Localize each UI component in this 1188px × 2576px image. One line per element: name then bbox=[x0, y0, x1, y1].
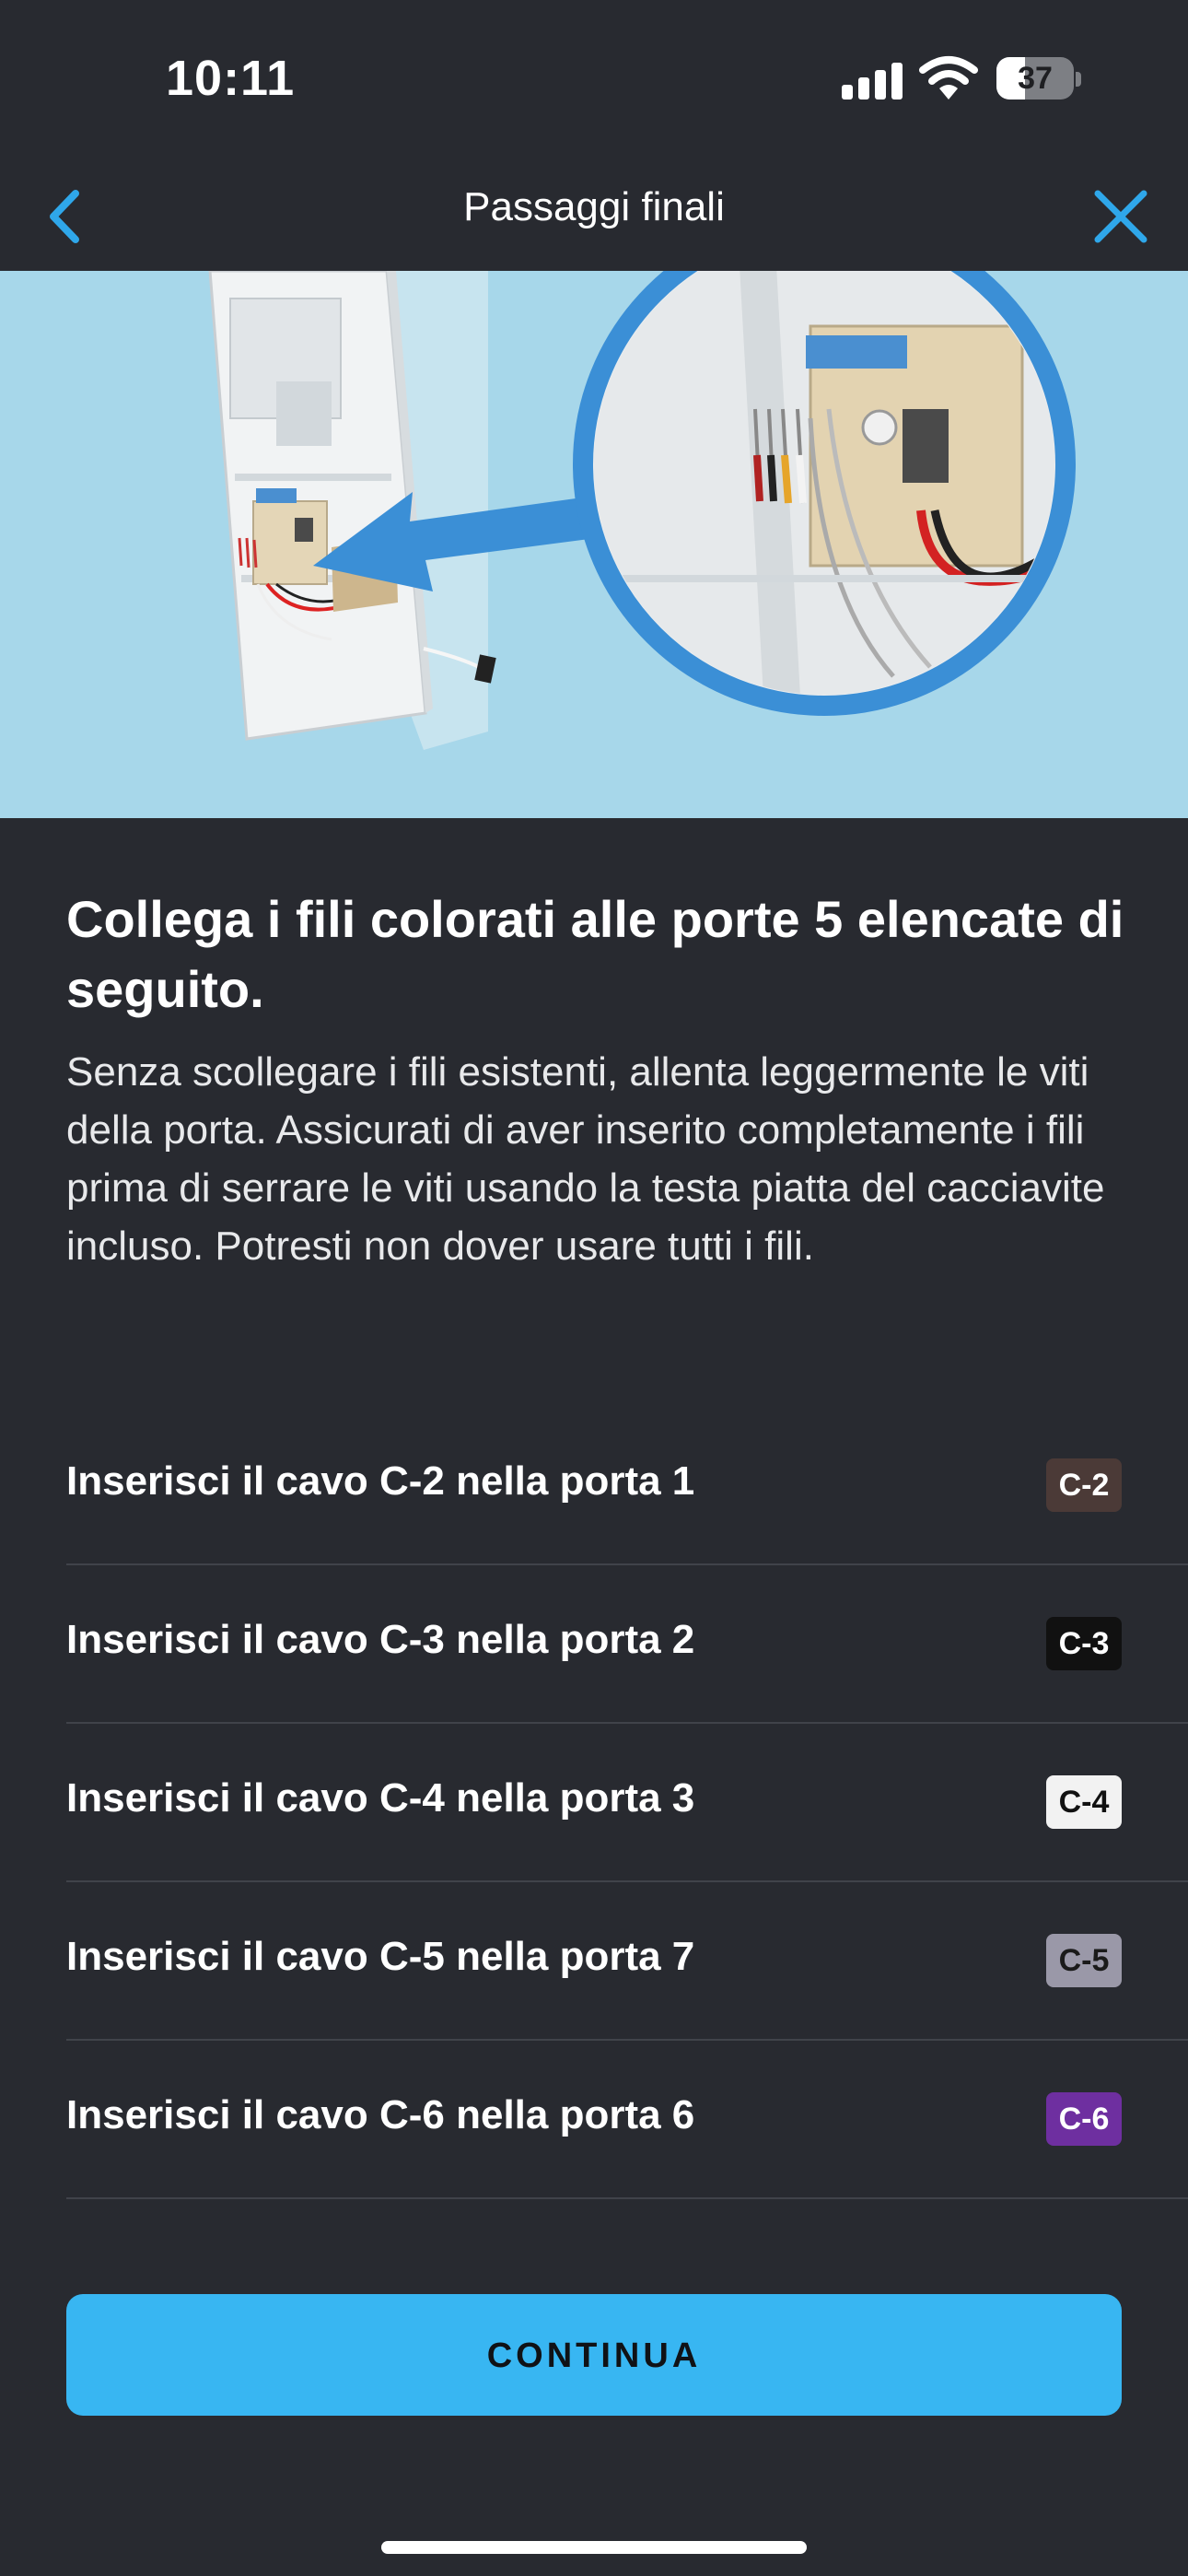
wire-color-badge: C-2 bbox=[1046, 1458, 1122, 1512]
wifi-icon bbox=[919, 56, 978, 100]
cellular-signal-icon bbox=[842, 61, 903, 100]
list-item: Inserisci il cavo C-5 nella porta 7 C-5 bbox=[66, 1882, 1188, 2041]
wire-color-badge: C-5 bbox=[1046, 1934, 1122, 1987]
wire-color-badge: C-6 bbox=[1046, 2092, 1122, 2146]
continue-button[interactable]: CONTINUA bbox=[66, 2294, 1122, 2416]
battery-level: 37 bbox=[1018, 61, 1053, 96]
instruction-heading: Collega i fili colorati alle porte 5 ele… bbox=[66, 890, 1124, 1018]
wire-instruction-label: Inserisci il cavo C-4 nella porta 3 bbox=[66, 1775, 695, 1821]
wire-instruction-label: Inserisci il cavo C-6 nella porta 6 bbox=[66, 2092, 695, 2137]
status-bar: 10:11 37 bbox=[0, 0, 1188, 157]
wire-list: Inserisci il cavo C-2 nella porta 1 C-2 In… bbox=[66, 1407, 1188, 2199]
wire-color-badge: C-3 bbox=[1046, 1617, 1122, 1670]
instruction-description: Senza scollegare i fili esistenti, allen… bbox=[66, 1049, 1105, 1269]
page-title: Passaggi finali bbox=[463, 184, 725, 229]
wiring-illustration bbox=[0, 271, 1188, 818]
wire-instruction-label: Inserisci il cavo C-3 nella porta 2 bbox=[66, 1617, 695, 1662]
list-item: Inserisci il cavo C-4 nella porta 3 C-4 bbox=[66, 1724, 1188, 1882]
wire-instruction-label: Inserisci il cavo C-2 nella porta 1 bbox=[66, 1458, 695, 1504]
list-item: Inserisci il cavo C-2 nella porta 1 C-2 bbox=[66, 1407, 1188, 1565]
list-item: Inserisci il cavo C-3 nella porta 2 C-3 bbox=[66, 1565, 1188, 1724]
status-time: 10:11 bbox=[166, 51, 296, 106]
list-item: Inserisci il cavo C-6 nella porta 6 C-6 bbox=[66, 2041, 1188, 2199]
instructions: Collega i fili colorati alle porte 5 ele… bbox=[66, 884, 1135, 1275]
wire-color-badge: C-4 bbox=[1046, 1775, 1122, 1829]
wire-instruction-label: Inserisci il cavo C-5 nella porta 7 bbox=[66, 1934, 695, 1979]
battery-icon: 37 bbox=[996, 57, 1081, 101]
nav-bar: Passaggi finali bbox=[0, 157, 1188, 273]
close-icon[interactable] bbox=[1079, 175, 1162, 258]
home-indicator[interactable] bbox=[381, 2541, 807, 2554]
